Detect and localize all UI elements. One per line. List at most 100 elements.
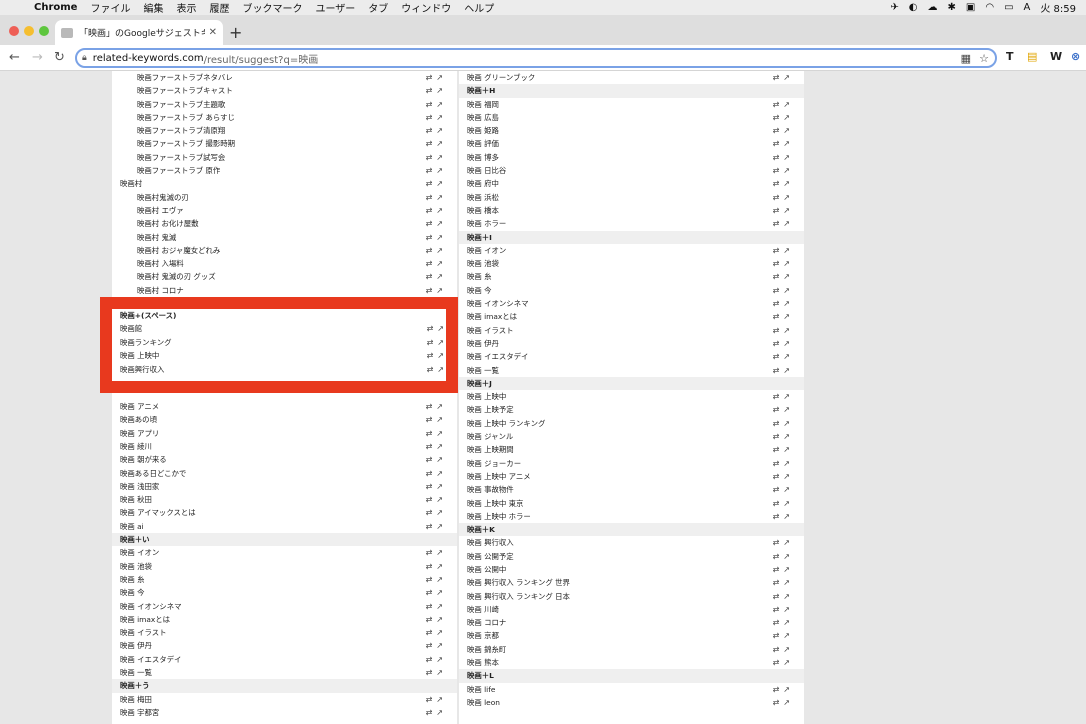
keyword-label[interactable]: 映画 伊丹 <box>467 337 499 350</box>
external-link-icon[interactable]: ↗ <box>436 166 447 175</box>
external-link-icon[interactable]: ↗ <box>436 193 447 202</box>
keyword-label[interactable]: 映画 上映予定 <box>467 403 514 416</box>
related-search-icon[interactable]: ⇄ <box>426 166 437 175</box>
related-search-icon[interactable]: ⇄ <box>773 485 784 494</box>
external-link-icon[interactable]: ↗ <box>783 219 794 228</box>
keyword-label[interactable]: 映画 今 <box>467 284 492 297</box>
keyword-label[interactable]: 映画 イラスト <box>120 626 167 639</box>
related-search-icon[interactable]: ⇄ <box>426 139 437 148</box>
related-search-icon[interactable]: ⇄ <box>773 552 784 561</box>
related-search-icon[interactable]: ⇄ <box>426 286 437 295</box>
external-link-icon[interactable]: ↗ <box>436 641 447 650</box>
external-link-icon[interactable]: ↗ <box>436 495 447 504</box>
external-link-icon[interactable]: ↗ <box>783 246 794 255</box>
keyword-row[interactable]: 映画 川崎 ⇄↗ <box>459 603 804 616</box>
menu-history[interactable]: 履歴 <box>209 0 229 15</box>
keyword-label[interactable]: 映画ファーストラブ 原作 <box>137 164 220 177</box>
keyword-label[interactable]: 映画 イオン <box>467 244 506 257</box>
keyword-label[interactable]: 映画 朝が来る <box>120 453 167 466</box>
keyword-row[interactable]: 映画村鬼滅の刃 ⇄↗ <box>112 191 457 204</box>
display-icon[interactable]: ▣ <box>966 2 975 13</box>
keyword-row[interactable]: 映画 福岡 ⇄↗ <box>459 98 804 111</box>
related-search-icon[interactable]: ⇄ <box>773 246 784 255</box>
keyword-row[interactable]: 映画 imaxとは ⇄↗ <box>112 613 457 626</box>
keyword-label[interactable]: 映画 コロナ <box>467 616 506 629</box>
keyword-label[interactable]: 映画 府中 <box>467 177 499 190</box>
keyword-row[interactable]: 映画 上映中 ホラー ⇄↗ <box>459 510 804 523</box>
keyword-row[interactable]: 映画 アイマックスとは ⇄↗ <box>112 506 457 519</box>
rocket-icon[interactable]: ✈ <box>890 2 898 13</box>
keyword-row[interactable]: 映画ファーストラブネタバレ ⇄↗ <box>112 71 457 84</box>
menu-edit[interactable]: 編集 <box>143 0 163 15</box>
keyword-label[interactable]: 映画 梅田 <box>120 693 152 706</box>
keyword-label[interactable]: 映画ファーストラブ あらすじ <box>137 111 235 124</box>
keyword-row[interactable]: 映画 イエスタデイ ⇄↗ <box>459 350 804 363</box>
cloud-icon[interactable]: ☁ <box>927 2 937 13</box>
related-search-icon[interactable]: ⇄ <box>426 233 437 242</box>
keyword-row[interactable]: 映画ファーストラブ主題歌 ⇄↗ <box>112 98 457 111</box>
related-search-icon[interactable]: ⇄ <box>426 522 437 531</box>
keyword-row[interactable]: 映画 興行収入 ランキング 日本 ⇄↗ <box>459 590 804 603</box>
keyword-row[interactable]: 映画ファーストラブ 撮影時期 ⇄↗ <box>112 137 457 150</box>
related-search-icon[interactable]: ⇄ <box>773 312 784 321</box>
related-search-icon[interactable]: ⇄ <box>427 324 438 333</box>
menu-window[interactable]: ウィンドウ <box>401 0 451 15</box>
external-link-icon[interactable]: ↗ <box>436 233 447 242</box>
keyword-row[interactable]: 映画 上映中 東京 ⇄↗ <box>459 497 804 510</box>
keyword-label[interactable]: 映画 イエスタデイ <box>467 350 528 363</box>
keyword-row[interactable]: 映画ファーストラブ あらすじ ⇄↗ <box>112 111 457 124</box>
related-search-icon[interactable]: ⇄ <box>426 482 437 491</box>
external-link-icon[interactable]: ↗ <box>436 179 447 188</box>
related-search-icon[interactable]: ⇄ <box>427 338 438 347</box>
keyword-row[interactable]: 映画 興行収入 ランキング 世界 ⇄↗ <box>459 576 804 589</box>
keyword-label[interactable]: 映画村 鬼滅の刃 グッズ <box>137 270 216 283</box>
keyword-row[interactable]: 映画 橋本 ⇄↗ <box>459 204 804 217</box>
external-link-icon[interactable]: ↗ <box>783 206 794 215</box>
related-search-icon[interactable]: ⇄ <box>426 615 437 624</box>
keyword-label[interactable]: 映画 アイマックスとは <box>120 506 196 519</box>
external-link-icon[interactable]: ↗ <box>783 179 794 188</box>
related-search-icon[interactable]: ⇄ <box>773 352 784 361</box>
keyword-label[interactable]: 映画 イオンシネマ <box>120 600 181 613</box>
keyword-label[interactable]: 映画村 鬼滅 <box>137 231 176 244</box>
new-tab-button[interactable]: + <box>229 23 242 42</box>
keyword-label[interactable]: 映画 京都 <box>467 629 499 642</box>
battery-icon[interactable]: ▭ <box>1004 2 1013 13</box>
keyword-row[interactable]: 映画 浜松 ⇄↗ <box>459 191 804 204</box>
keyword-row[interactable]: 映画あの頃 ⇄↗ <box>112 413 457 426</box>
external-link-icon[interactable]: ↗ <box>436 286 447 295</box>
minimize-window-button[interactable] <box>24 26 34 36</box>
keyword-row[interactable]: 映画 イエスタデイ ⇄↗ <box>112 653 457 666</box>
keyword-row[interactable]: 映画村 コロナ ⇄↗ <box>112 284 457 297</box>
related-search-icon[interactable]: ⇄ <box>773 259 784 268</box>
extension-blocker-icon[interactable]: ⊗ <box>1071 50 1080 63</box>
external-link-icon[interactable]: ↗ <box>783 605 794 614</box>
keyword-row[interactable]: 映画 アプリ ⇄↗ <box>112 427 457 440</box>
keyword-label[interactable]: 映画 公開中 <box>467 563 506 576</box>
related-search-icon[interactable]: ⇄ <box>773 432 784 441</box>
related-search-icon[interactable]: ⇄ <box>773 100 784 109</box>
keyword-label[interactable]: 映画ファーストラブ主題歌 <box>137 98 225 111</box>
keyword-row[interactable]: 映画 ホラー ⇄↗ <box>459 217 804 230</box>
related-search-icon[interactable]: ⇄ <box>773 405 784 414</box>
close-tab-icon[interactable]: ✕ <box>209 27 217 38</box>
external-link-icon[interactable]: ↗ <box>436 113 447 122</box>
external-link-icon[interactable]: ↗ <box>783 499 794 508</box>
related-search-icon[interactable]: ⇄ <box>426 179 437 188</box>
keyword-row[interactable]: 映画 糸 ⇄↗ <box>112 573 457 586</box>
keyword-row[interactable]: 映画村 おジャ魔女どれみ ⇄↗ <box>112 244 457 257</box>
menu-tab[interactable]: タブ <box>368 0 388 15</box>
keyword-label[interactable]: 映画 伊丹 <box>120 639 152 652</box>
reload-icon[interactable]: ↻ <box>54 50 65 65</box>
zoom-window-button[interactable] <box>39 26 49 36</box>
related-search-icon[interactable]: ⇄ <box>773 113 784 122</box>
menu-view[interactable]: 表示 <box>176 0 196 15</box>
keyword-row[interactable]: 映画 日比谷 ⇄↗ <box>459 164 804 177</box>
external-link-icon[interactable]: ↗ <box>436 86 447 95</box>
related-search-icon[interactable]: ⇄ <box>773 698 784 707</box>
external-link-icon[interactable]: ↗ <box>783 153 794 162</box>
external-link-icon[interactable]: ↗ <box>436 615 447 624</box>
keyword-label[interactable]: 映画 アプリ <box>120 427 159 440</box>
external-link-icon[interactable]: ↗ <box>436 522 447 531</box>
keyword-label[interactable]: 映画 浅田家 <box>120 480 159 493</box>
